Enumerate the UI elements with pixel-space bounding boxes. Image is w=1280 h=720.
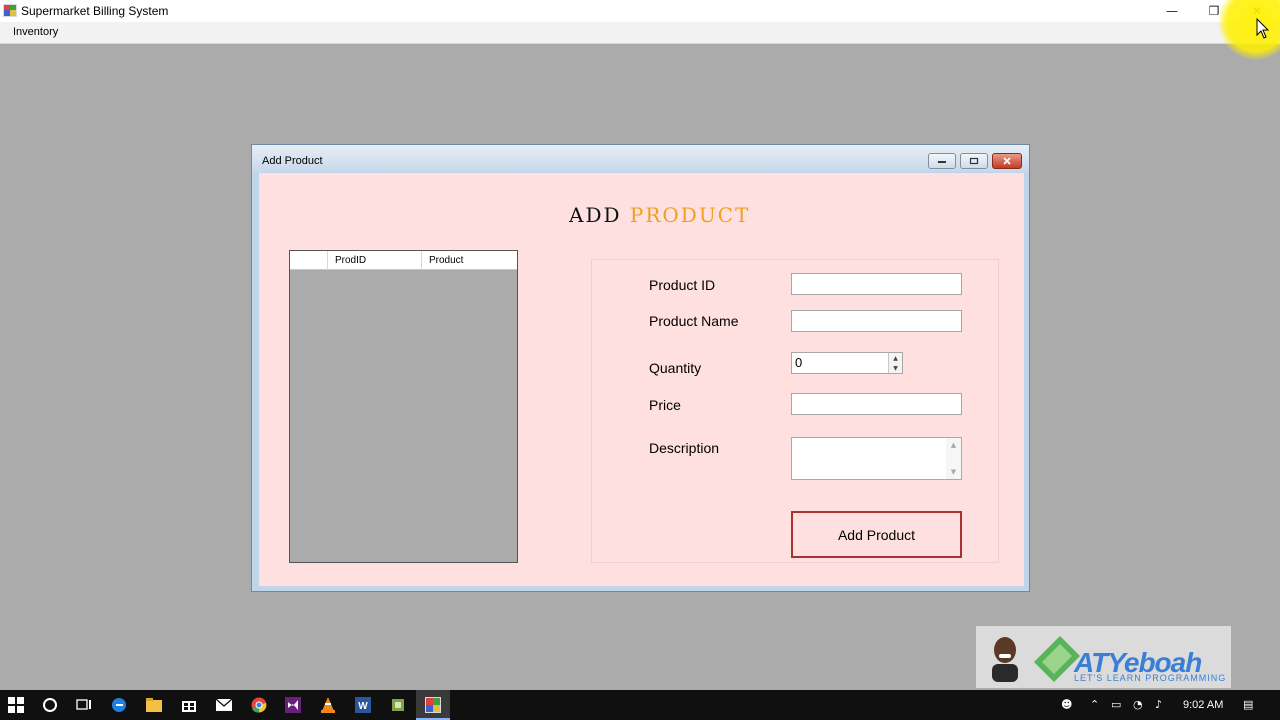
mail-icon[interactable] <box>215 696 233 714</box>
word-icon[interactable]: W <box>354 696 372 714</box>
app-icon[interactable] <box>389 696 407 714</box>
child-minimize-button[interactable] <box>928 153 956 169</box>
windows-taskbar: W ☻ ⌃ ▭ ◔ ♪ 9:02 AM ▤ <box>0 690 1280 720</box>
people-icon[interactable]: ☻ <box>1061 698 1072 711</box>
task-view-icon[interactable] <box>75 696 93 714</box>
cursor-highlight <box>1218 0 1280 60</box>
product-details-panel: Product ID Product Name Quantity 0 ▲ ▼ P… <box>591 259 999 563</box>
quantity-stepper[interactable]: 0 ▲ ▼ <box>791 352 903 374</box>
maximize-icon <box>969 157 979 165</box>
product-name-label: Product Name <box>649 313 739 329</box>
main-titlebar: Supermarket Billing System — ❐ ✕ <box>0 0 1280 22</box>
scroll-down-icon[interactable]: ▼ <box>951 468 956 476</box>
store-icon[interactable] <box>180 696 198 714</box>
price-input[interactable] <box>791 393 962 415</box>
product-name-input[interactable] <box>791 310 962 332</box>
presenter-avatar <box>992 637 1018 682</box>
grid-column-product[interactable]: Product <box>422 251 517 270</box>
grid-header: ProdID Product <box>290 251 517 270</box>
product-id-input[interactable] <box>791 273 962 295</box>
add-product-window: Add Product ADD PRODUCT ProdID Product P… <box>251 144 1030 592</box>
minimize-icon <box>938 161 946 163</box>
products-grid[interactable]: ProdID Product <box>289 250 518 563</box>
spin-down-icon[interactable]: ▼ <box>893 365 898 372</box>
description-label: Description <box>649 440 720 456</box>
action-center-icon[interactable]: ▤ <box>1243 698 1253 711</box>
windows-start-icon[interactable] <box>7 696 25 714</box>
close-icon <box>1003 157 1011 165</box>
heading-word-add: ADD <box>569 203 622 227</box>
quantity-spin-buttons[interactable]: ▲ ▼ <box>888 353 902 373</box>
svg-text:W: W <box>358 701 368 712</box>
watermark-tagline: LET'S LEARN PROGRAMMING <box>1074 673 1227 683</box>
child-maximize-button[interactable] <box>960 153 988 169</box>
channel-watermark: ATYeboah LET'S LEARN PROGRAMMING <box>976 626 1231 688</box>
quantity-value: 0 <box>795 355 803 370</box>
network-icon[interactable]: ◔ <box>1133 698 1143 711</box>
child-close-button[interactable] <box>992 153 1022 169</box>
spin-up-icon[interactable]: ▲ <box>893 355 898 362</box>
main-window-title: Supermarket Billing System <box>21 4 169 18</box>
volume-icon[interactable]: ♪ <box>1155 698 1162 711</box>
child-titlebar[interactable]: Add Product <box>252 145 1029 172</box>
scroll-up-icon[interactable]: ▲ <box>951 441 956 449</box>
quantity-label: Quantity <box>649 360 702 376</box>
chrome-icon[interactable] <box>250 696 268 714</box>
product-id-label: Product ID <box>649 277 716 293</box>
minimize-button[interactable]: — <box>1151 0 1193 22</box>
grid-column-prodid[interactable]: ProdID <box>328 251 422 270</box>
mouse-cursor-icon <box>1256 18 1270 39</box>
form-heading: ADD PRODUCT <box>569 203 750 227</box>
form-client-area: ADD PRODUCT ProdID Product Product ID Pr… <box>259 173 1024 586</box>
visual-studio-icon[interactable] <box>284 696 302 714</box>
heading-word-product: PRODUCT <box>629 203 751 227</box>
edge-icon[interactable] <box>110 696 128 714</box>
price-label: Price <box>649 397 681 413</box>
vlc-icon[interactable] <box>319 696 337 714</box>
supermarket-app-icon[interactable] <box>424 696 442 714</box>
description-scrollbar[interactable]: ▲ ▼ <box>946 438 961 479</box>
app-window-icon <box>3 4 17 17</box>
file-explorer-icon[interactable] <box>145 696 163 714</box>
child-window-title: Add Product <box>262 155 323 167</box>
add-product-button[interactable]: Add Product <box>791 511 962 558</box>
menu-inventory[interactable]: Inventory <box>13 26 58 38</box>
taskbar-clock[interactable]: 9:02 AM <box>1183 699 1223 711</box>
description-textarea[interactable]: ▲ ▼ <box>791 437 962 480</box>
menu-bar: Inventory <box>0 22 1280 44</box>
grid-row-header-cell <box>290 251 328 270</box>
cortana-icon[interactable] <box>41 696 59 714</box>
show-hidden-icons-icon[interactable]: ⌃ <box>1090 698 1099 711</box>
battery-icon[interactable]: ▭ <box>1111 698 1121 711</box>
